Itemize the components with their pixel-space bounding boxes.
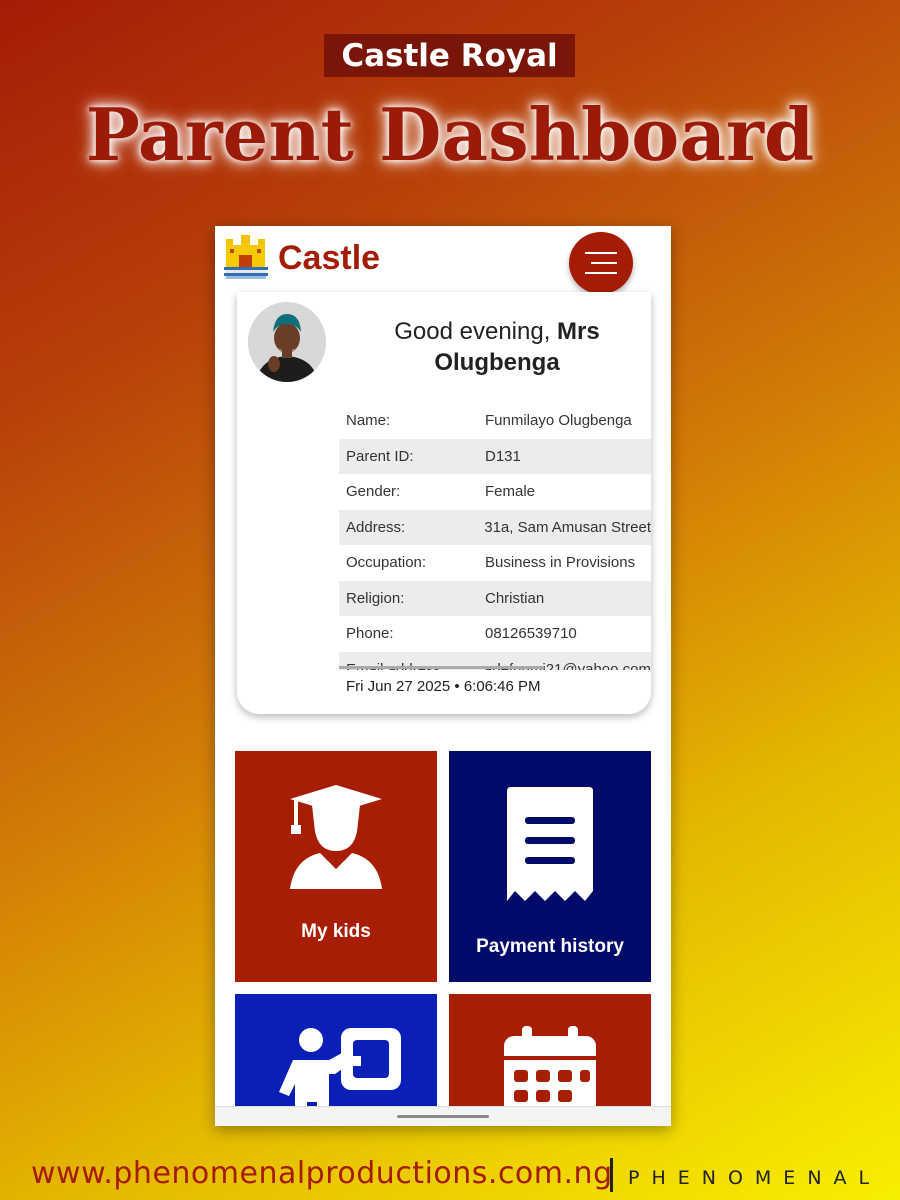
info-value: Female (485, 483, 536, 501)
info-label: Gender: (346, 483, 401, 501)
footer-divider (610, 1158, 613, 1192)
payment-history-label: Payment history (476, 936, 624, 957)
promo-website-url[interactable]: www.phenomenalproductions.com.ng (31, 1156, 613, 1191)
greeting-text: Good evening, Mrs Olugbenga (367, 316, 627, 378)
info-row-occupation: Occupation: Business in Provisions (339, 545, 651, 581)
payment-history-tile[interactable]: Payment history (449, 751, 651, 982)
greeting-prefix: Good evening, (394, 318, 551, 345)
graduate-icon (290, 785, 382, 889)
promo-brand-tag: Castle Royal (324, 34, 575, 77)
info-row-address: Address: 31a, Sam Amusan Street (339, 509, 651, 545)
info-row-phone: Phone: 08126539710 (339, 616, 651, 652)
info-row-parent-id: Parent ID: D131 (339, 438, 651, 474)
info-row-gender: Gender: Female (339, 474, 651, 510)
current-timestamp: Fri Jun 27 2025 • 6:06:46 PM (346, 678, 541, 695)
promo-title: Parent Dashboard (85, 92, 815, 177)
castle-logo-icon (224, 235, 268, 279)
info-row-religion: Religion: Christian (339, 580, 651, 616)
app-name: Castle (278, 239, 381, 277)
info-label: Name: (346, 412, 391, 430)
hamburger-menu-icon (585, 252, 617, 254)
receipt-icon (507, 787, 593, 901)
hamburger-menu-icon (585, 272, 617, 274)
info-value: Business in Provisions (485, 554, 636, 572)
info-value: 08126539710 (485, 625, 577, 643)
info-label: Occupation: (346, 554, 427, 572)
system-nav-bar (215, 1106, 671, 1126)
info-value: Funmilayo Olugbenga (485, 412, 632, 430)
profile-card: Good evening, Mrs Olugbenga Name: Funmil… (237, 292, 651, 714)
promo-brand-name: PHENOMENAL (628, 1167, 882, 1189)
parent-info-table[interactable]: Name: Funmilayo Olugbenga Parent ID: D13… (339, 403, 651, 670)
menu-button[interactable] (569, 232, 633, 294)
info-value: Christian (485, 589, 545, 607)
info-label: Religion: (346, 589, 405, 607)
app-header: Castle (215, 226, 671, 294)
table-horizontal-scrollbar[interactable] (339, 666, 544, 669)
my-kids-tile[interactable]: My kids (235, 751, 437, 982)
info-label: Address: (346, 518, 406, 536)
my-kids-label: My kids (301, 921, 371, 942)
hamburger-menu-icon (591, 262, 617, 264)
info-value: D131 (485, 447, 521, 465)
home-indicator[interactable] (397, 1115, 489, 1118)
info-label: Phone: (346, 625, 394, 643)
avatar (248, 302, 326, 382)
phone-screen: Castle Good evening, Mrs Olugbenga Name:… (215, 226, 671, 1126)
info-row-name: Name: Funmilayo Olugbenga (339, 403, 651, 439)
info-value: 31a, Sam Amusan Street (484, 518, 651, 536)
info-label: Parent ID: (346, 447, 414, 465)
